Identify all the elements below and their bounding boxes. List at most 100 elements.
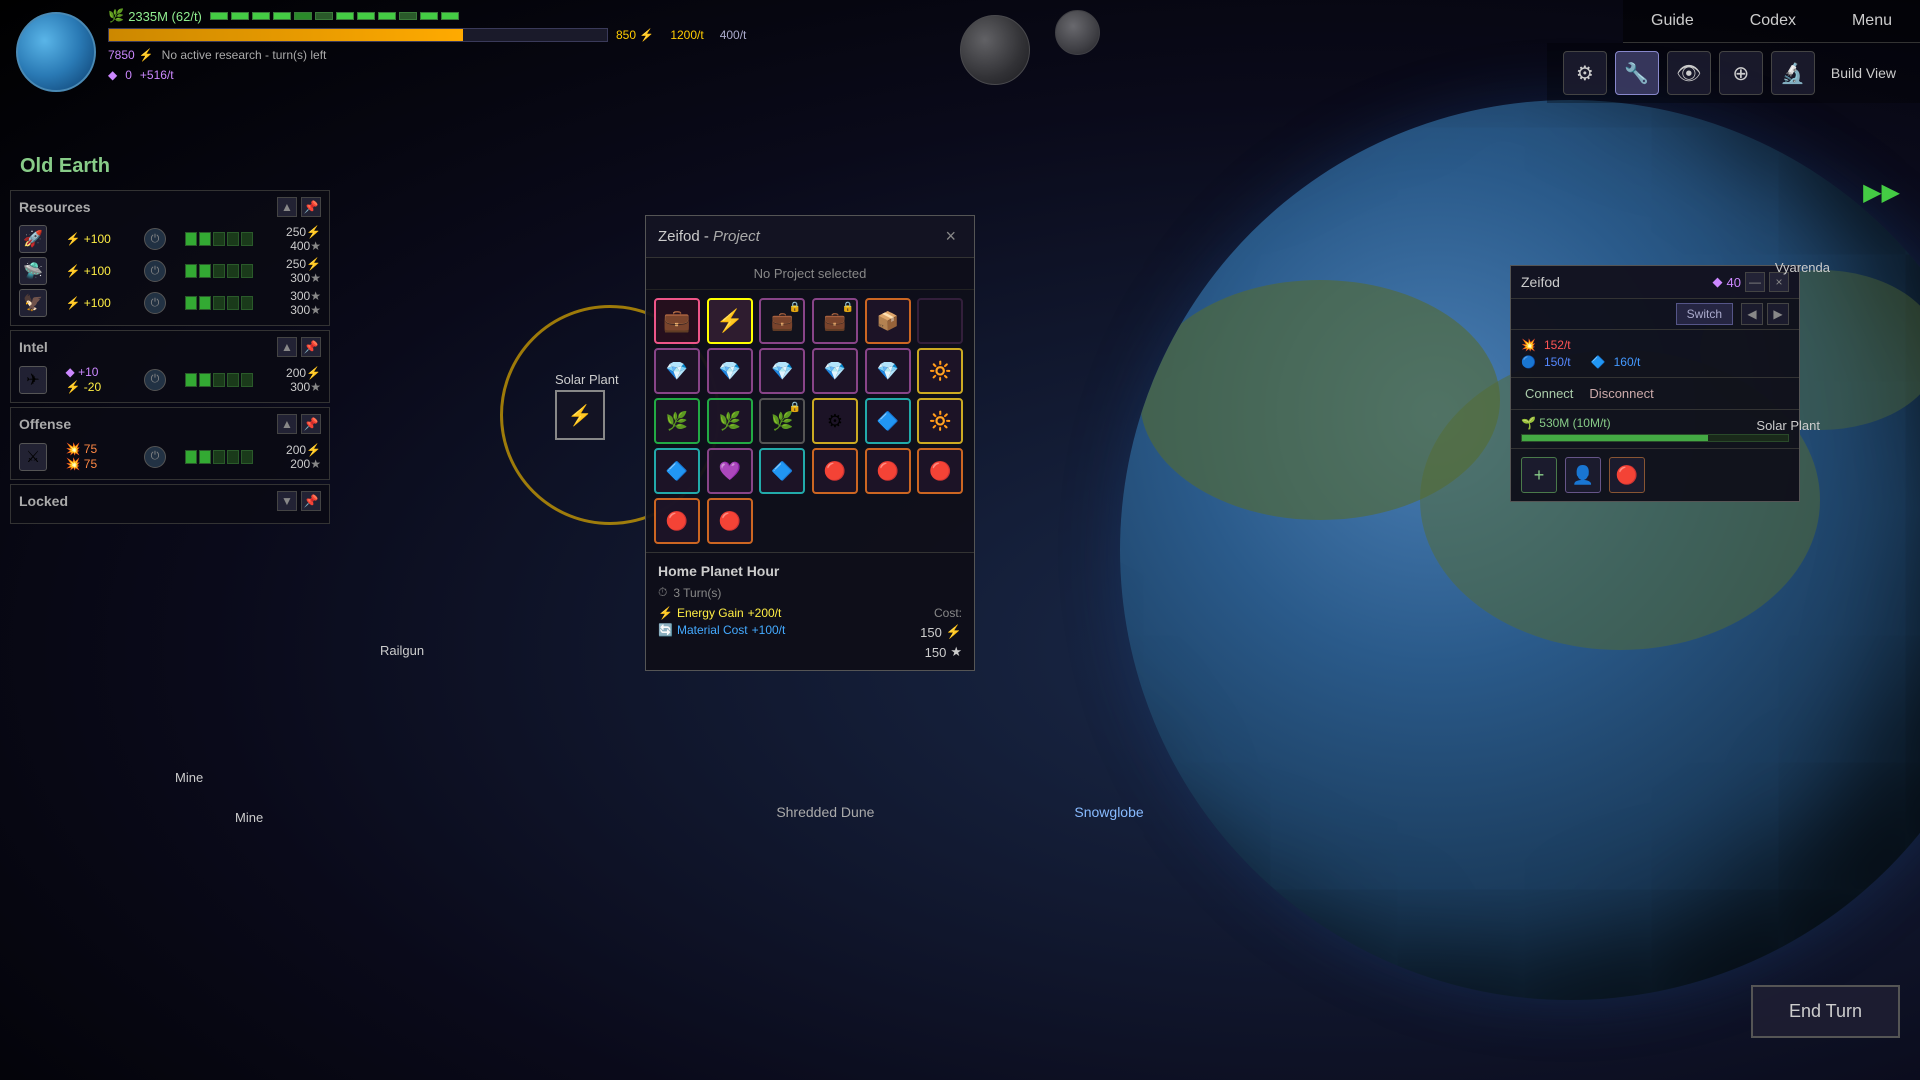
cost-row-material: 150 ★ [925,644,962,660]
solar-plant-node[interactable]: ⚡ [555,390,605,440]
locked-pin-btn[interactable]: 📌 [301,491,321,511]
purple-rate: +516/t [140,68,174,82]
res-bar-5 [294,12,312,20]
zeifod-number: ◆ 40 [1713,274,1741,290]
offense-toggle-1[interactable]: ⏻ [144,446,166,468]
end-turn-button[interactable]: End Turn [1751,985,1900,1038]
bottom-map-labels: Shredded Dune Snowglobe [0,804,1920,820]
project-panel-header: Zeifod - Project × [646,216,974,258]
offense-icon-1: ⚔ [19,443,47,471]
project-item-10[interactable]: 💎 [812,348,858,394]
forward-arrow-btn[interactable]: ▶▶ [1863,178,1900,207]
locked-panel: Locked ▼ 📌 [10,484,330,524]
project-item-25[interactable]: 🔴 [654,498,700,544]
resources-panel-controls: ▲ 📌 [277,197,321,217]
cost-energy-icon: ⚡ [946,624,962,640]
res-bar-6 [315,12,333,20]
zeifod-header: Zeifod ◆ 40 — × [1511,266,1799,299]
project-item-3[interactable]: 💼🔒 [759,298,805,344]
project-item-4[interactable]: 💼🔒 [812,298,858,344]
project-item-8[interactable]: 💎 [707,348,753,394]
project-item-18[interactable]: 🔆 [917,398,963,444]
project-item-1[interactable]: 💼 [654,298,700,344]
energy-rate-val: 1200/t [670,28,703,42]
project-panel-close-btn[interactable]: × [939,224,962,249]
project-item-7[interactable]: 💎 [654,348,700,394]
zeifod-switch-row: Switch ◀ ▶ [1511,299,1799,330]
research-label: No active research - turn(s) left [162,48,327,62]
codex-button[interactable]: Codex [1722,0,1824,43]
snowglobe-label[interactable]: Snowglobe [1074,804,1143,820]
project-item-19[interactable]: 🔷 [654,448,700,494]
target-icon-btn[interactable]: ⊕ [1719,51,1763,95]
resources-panel: Resources ▲ 📌 🚀 ⚡ +100 ⏻ 250⚡400★ [10,190,330,326]
intel-collapse-btn[interactable]: ▲ [277,337,297,357]
zeifod-unit-btn[interactable]: 👤 [1565,457,1601,493]
offense-collapse-btn[interactable]: ▲ [277,414,297,434]
zeifod-add-btn[interactable]: + [1521,457,1557,493]
guide-button[interactable]: Guide [1623,0,1722,43]
res-bar-1 [210,12,228,20]
res-toggle-3[interactable]: ⏻ [144,292,166,314]
res-bar-8 [357,12,375,20]
zeifod-side-panel: Zeifod ◆ 40 — × Switch ◀ ▶ 💥 152/t 🔵 150… [1510,265,1800,502]
res-toggle-2[interactable]: ⏻ [144,260,166,282]
project-item-9[interactable]: 💎 [759,348,805,394]
project-item-14[interactable]: 🌿 [707,398,753,444]
project-panel-title: Zeifod - Project [658,228,760,245]
build-icon-btn[interactable]: 🔧 [1615,51,1659,95]
resources-collapse-btn[interactable]: ▲ [277,197,297,217]
project-item-15[interactable]: 🌿🔒 [759,398,805,444]
disconnect-btn[interactable]: Disconnect [1585,384,1657,403]
project-item-24[interactable]: 🔴 [917,448,963,494]
resources-panel-title: Resources [19,199,91,215]
zeifod-combat-btn[interactable]: 🔴 [1609,457,1645,493]
intel-row-1: ✈ ◆ +10 ⚡ -20 ⏻ 200⚡300★ [19,363,321,396]
zeifod-switch-btn[interactable]: Switch [1676,303,1733,325]
growth-progress-fill [1522,435,1708,441]
intel-pin-btn[interactable]: 📌 [301,337,321,357]
project-item-5[interactable]: 📦 [865,298,911,344]
project-item-23[interactable]: 🔴 [865,448,911,494]
energy-gain-icon: ⚡ [658,606,673,620]
purple-icon: ◆ [108,68,117,82]
project-item-12[interactable]: 🔆 [917,348,963,394]
project-cost-box: Cost: 150 ⚡ 150 ★ [920,606,962,660]
project-item-20[interactable]: 💜 [707,448,753,494]
zeifod-prev-btn[interactable]: ◀ [1741,303,1763,325]
res-bar-9 [378,12,396,20]
project-item-13[interactable]: 🌿 [654,398,700,444]
offense-bonus-1: 💥 75 [66,442,126,456]
project-item-22[interactable]: 🔴 [812,448,858,494]
project-item-16[interactable]: ⚙ [812,398,858,444]
growth-progress-track [1521,434,1789,442]
res-bar-12 [441,12,459,20]
energy-progress-bar [108,28,608,42]
zeifod-close-btn[interactable]: × [1769,272,1789,292]
resource-total-label: 🌿 2335M (62/t) [108,8,202,24]
zeifod-next-btn[interactable]: ▶ [1767,303,1789,325]
stat-material-icon: 🔷 [1591,355,1606,369]
intel-toggle-1[interactable]: ⏻ [144,369,166,391]
res-toggle-1[interactable]: ⏻ [144,228,166,250]
locked-collapse-btn[interactable]: ▼ [277,491,297,511]
flask-icon-btn[interactable]: 🔬 [1771,51,1815,95]
project-item-11[interactable]: 💎 [865,348,911,394]
project-item-26[interactable]: 🔴 [707,498,753,544]
res-bar-2 [231,12,249,20]
resources-pin-btn[interactable]: 📌 [301,197,321,217]
res-bar-10 [399,12,417,20]
project-item-21[interactable]: 🔷 [759,448,805,494]
view-icon-btn[interactable]: 👁 [1667,51,1711,95]
planet-icon[interactable] [16,12,96,92]
settings-icon-btn[interactable]: ⚙ [1563,51,1607,95]
project-item-2[interactable]: ⚡ [707,298,753,344]
connect-btn[interactable]: Connect [1521,384,1577,403]
offense-panel-title: Offense [19,416,71,432]
menu-button[interactable]: Menu [1824,0,1920,43]
offense-pin-btn[interactable]: 📌 [301,414,321,434]
zeifod-minimize-btn[interactable]: — [1745,272,1765,292]
project-grid: 💼 ⚡ 💼🔒 💼🔒 📦 💎 💎 💎 💎 💎 🔆 🌿 🌿 🌿🔒 ⚙ 🔷 🔆 🔷 💜… [646,290,974,552]
energy-gain-label: Energy Gain [677,606,744,620]
project-item-17[interactable]: 🔷 [865,398,911,444]
